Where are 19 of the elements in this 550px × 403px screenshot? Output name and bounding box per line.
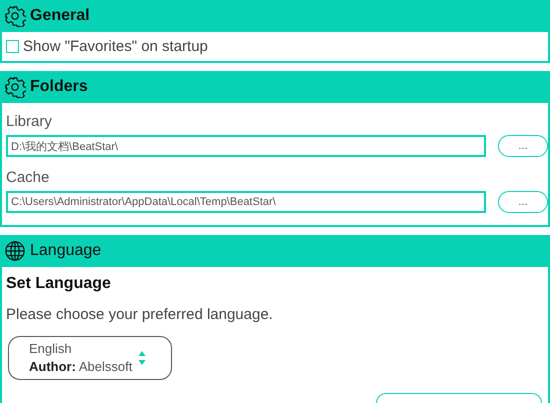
language-select[interactable]: English Author: Abelssoft: [8, 336, 172, 380]
browse-button[interactable]: ...: [498, 135, 548, 157]
globe-icon: [4, 240, 26, 262]
section-title: Language: [30, 242, 102, 260]
checkbox[interactable]: [6, 40, 19, 53]
section-heading: Set Language: [6, 275, 112, 294]
field-label: Library: [6, 112, 53, 132]
settings-icon: [4, 76, 26, 98]
browse-button[interactable]: ...: [498, 191, 548, 213]
checkbox-label[interactable]: Show "Favorites" on startup: [23, 38, 208, 55]
section-title: Folders: [30, 78, 88, 96]
path-field[interactable]: D:\我的文档\BeatStar\: [6, 135, 486, 157]
spinner-arrows-icon: [138, 350, 146, 366]
section-title: General: [30, 7, 90, 25]
button[interactable]: [376, 393, 542, 403]
description-text: Please choose your preferred language.: [6, 306, 274, 325]
field-label: Cache: [6, 168, 50, 188]
settings-icon: [4, 5, 26, 27]
path-field[interactable]: C:\Users\Administrator\AppData\Local\Temp\BeatStar\: [6, 191, 486, 213]
